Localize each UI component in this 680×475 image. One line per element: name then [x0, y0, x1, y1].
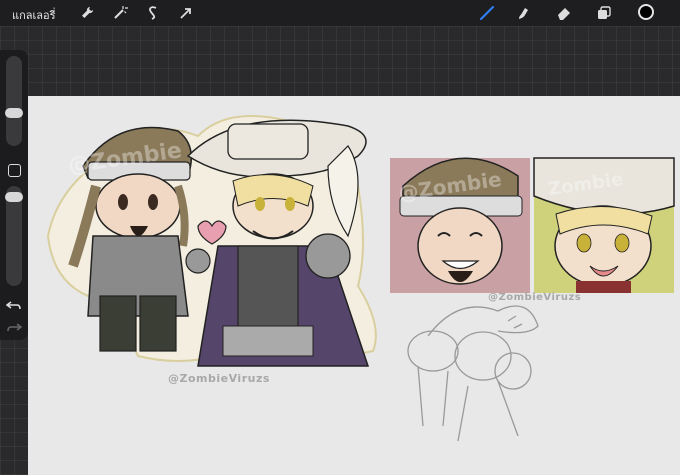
- brush-icon[interactable]: [478, 4, 496, 22]
- undo-icon: [5, 301, 21, 310]
- top-toolbar: แกลเลอรี่: [0, 0, 680, 26]
- watermark-text-secondary: @ZombieViruzs: [488, 292, 582, 303]
- color-well[interactable]: [638, 4, 654, 20]
- transform-arrow-icon[interactable]: [177, 4, 195, 22]
- undo-button[interactable]: [5, 298, 22, 312]
- redo-icon: [7, 323, 23, 332]
- brush-size-thumb[interactable]: [5, 108, 23, 118]
- smudge-icon[interactable]: [514, 4, 532, 22]
- layers-icon[interactable]: [595, 4, 613, 22]
- wrench-icon[interactable]: [78, 4, 96, 22]
- opacity-thumb[interactable]: [5, 192, 23, 202]
- modify-button[interactable]: [8, 164, 21, 177]
- redo-button[interactable]: [6, 320, 23, 334]
- brush-size-slider[interactable]: [5, 56, 23, 146]
- gallery-button[interactable]: แกลเลอรี่: [12, 6, 56, 24]
- magic-wand-icon[interactable]: [111, 4, 129, 22]
- selection-icon[interactable]: [144, 4, 162, 22]
- pencil-sketch: [407, 305, 539, 442]
- watermark-text-main: @ZombieViruzs: [168, 372, 270, 385]
- opacity-slider[interactable]: [5, 186, 23, 286]
- drawing-canvas[interactable]: @Zombie @Zombie Zombie @ZombieViruzs @Zo…: [28, 96, 680, 475]
- workspace-grid: [0, 26, 680, 96]
- eraser-icon[interactable]: [555, 4, 573, 22]
- left-sidebar: [0, 50, 28, 340]
